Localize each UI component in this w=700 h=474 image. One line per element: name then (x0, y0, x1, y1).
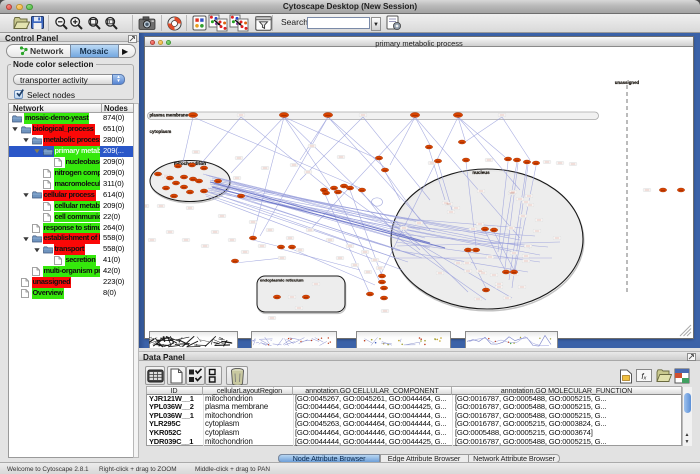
svg-text:nucleus: nucleus (472, 170, 490, 175)
svg-text:cytoplasm: cytoplasm (150, 129, 172, 134)
svg-text:unassigned: unassigned (615, 80, 640, 85)
svg-text:endoplasmic reticulum: endoplasmic reticulum (260, 278, 304, 283)
svg-text:plasma membrane: plasma membrane (150, 113, 189, 118)
